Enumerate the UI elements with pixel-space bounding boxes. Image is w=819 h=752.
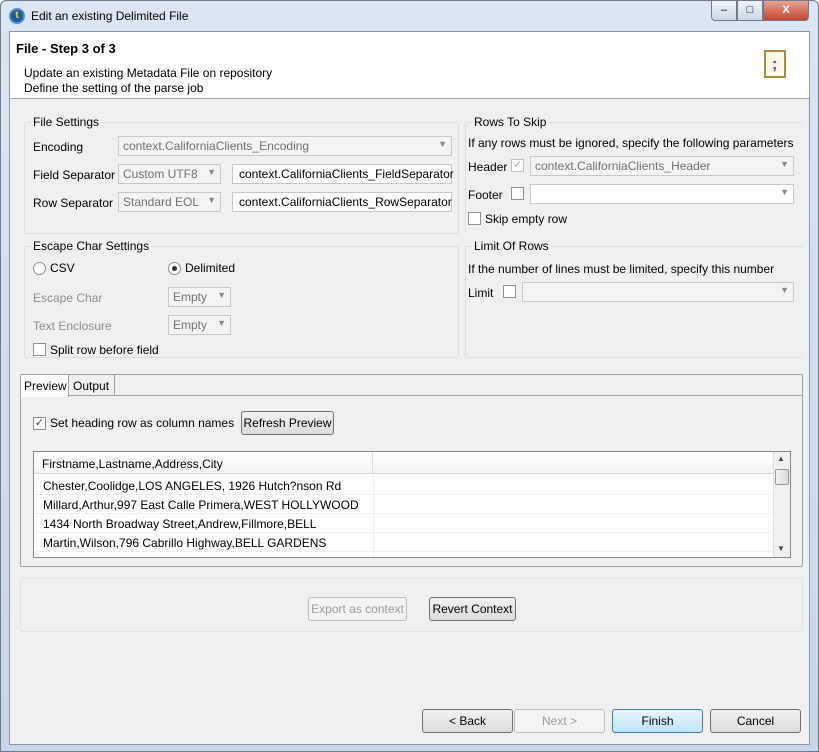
header-description-1: Update an existing Metadata File on repo…	[24, 66, 273, 80]
vertical-scrollbar[interactable]: ▲ ▼	[773, 452, 790, 557]
chevron-down-icon: ▼	[217, 318, 226, 328]
dialog-window: t Edit an existing Delimited File – □ X …	[0, 0, 819, 752]
tab-output[interactable]: Output	[69, 375, 115, 396]
back-button[interactable]: < Back	[422, 709, 513, 733]
heading-row-label: Set heading row as column names	[50, 416, 235, 430]
refresh-preview-button[interactable]: Refresh Preview	[241, 411, 334, 435]
limit-of-rows-group: Limit Of Rows If the number of lines mus…	[465, 239, 803, 358]
export-as-context-button[interactable]: Export as context	[308, 597, 407, 621]
table-header: Firstname,Lastname,Address,City	[34, 452, 773, 474]
preview-tab-folder: Preview Output ✓ Set heading row as colu…	[20, 374, 803, 567]
skip-empty-row-label: Skip empty row	[485, 212, 568, 226]
wizard-header: File - Step 3 of 3 Update an existing Me…	[10, 32, 809, 99]
footer-checkbox[interactable]	[511, 187, 524, 200]
header-checkbox[interactable]: ✓	[511, 159, 524, 172]
revert-context-button[interactable]: Revert Context	[429, 597, 516, 621]
context-panel: Export as context Revert Context	[20, 578, 803, 632]
limit-checkbox[interactable]	[503, 285, 516, 298]
scroll-down-icon[interactable]: ▼	[777, 544, 785, 553]
scroll-up-icon[interactable]: ▲	[777, 454, 785, 463]
escape-char-value: Empty	[173, 290, 208, 304]
row-separator-input[interactable]: context.CaliforniaClients_RowSeparator	[232, 192, 452, 212]
table-row[interactable]: Chester,Coolidge,LOS ANGELES, 1926 Hutch…	[35, 476, 772, 495]
scrollbar-thumb[interactable]	[775, 469, 789, 485]
limit-of-rows-title: Limit Of Rows	[472, 239, 551, 253]
talend-app-icon: t	[9, 8, 25, 24]
page-title: File - Step 3 of 3	[16, 41, 116, 56]
rows-to-skip-title: Rows To Skip	[472, 115, 549, 129]
maximize-button[interactable]: □	[737, 1, 763, 21]
finish-button[interactable]: Finish	[612, 709, 703, 733]
preview-table: Firstname,Lastname,Address,City Chester,…	[33, 451, 791, 558]
escape-char-combo[interactable]: Empty ▼	[168, 287, 231, 307]
csv-label: CSV	[50, 261, 75, 275]
escape-char-group: Escape Char Settings CSV Delimited Escap…	[24, 239, 459, 358]
csv-radio[interactable]	[33, 262, 46, 275]
delimited-file-icon: ;	[764, 50, 786, 78]
cancel-button[interactable]: Cancel	[710, 709, 801, 733]
text-enclosure-label: Text Enclosure	[33, 319, 112, 333]
row-separator-combo[interactable]: Standard EOL ▼	[118, 192, 221, 212]
footer-label: Footer	[468, 188, 503, 202]
escape-char-label: Escape Char	[33, 291, 103, 305]
encoding-label: Encoding	[33, 140, 84, 154]
chevron-down-icon: ▼	[438, 139, 447, 149]
header-label: Header	[468, 160, 508, 174]
field-separator-input[interactable]: context.CaliforniaClients_FieldSeparator	[232, 164, 454, 184]
chevron-down-icon: ▼	[217, 290, 226, 300]
chevron-down-icon: ▼	[780, 187, 789, 197]
column-header[interactable]: Firstname,Lastname,Address,City	[34, 452, 373, 474]
row-separator-label: Row Separator	[33, 196, 114, 210]
heading-row-checkbox[interactable]: ✓	[33, 417, 46, 430]
dialog-client: File - Step 3 of 3 Update an existing Me…	[9, 31, 810, 745]
column-header-empty[interactable]	[373, 452, 773, 474]
minimize-button[interactable]: –	[711, 1, 737, 21]
field-separator-combo[interactable]: Custom UTF8 ▼	[118, 164, 221, 184]
table-row[interactable]: Martin,Wilson,796 Cabrillo Highway,BELL …	[35, 533, 772, 552]
chevron-down-icon: ▼	[780, 159, 789, 169]
chevron-down-icon: ▼	[207, 195, 216, 205]
file-settings-group: File Settings Encoding context.Californi…	[24, 115, 459, 234]
row-separator-combo-value: Standard EOL	[123, 195, 200, 209]
next-button[interactable]: Next >	[514, 709, 605, 733]
text-enclosure-combo[interactable]: Empty ▼	[168, 315, 231, 335]
escape-char-title: Escape Char Settings	[31, 239, 152, 253]
limit-combo[interactable]: ▼	[522, 282, 794, 302]
skip-empty-row-checkbox[interactable]	[468, 212, 481, 225]
header-combo-value: context.CaliforniaClients_Header	[535, 159, 711, 173]
window-title: Edit an existing Delimited File	[31, 9, 189, 23]
chevron-down-icon: ▼	[207, 167, 216, 177]
rows-to-skip-group: Rows To Skip If any rows must be ignored…	[465, 115, 803, 234]
table-row[interactable]: Millard,Arthur,997 East Calle Primera,WE…	[35, 495, 772, 514]
footer-combo[interactable]: ▼	[530, 184, 794, 204]
header-combo[interactable]: context.CaliforniaClients_Header ▼	[530, 156, 794, 176]
split-row-checkbox[interactable]	[33, 343, 46, 356]
header-description-2: Define the setting of the parse job	[24, 81, 204, 95]
delimited-label: Delimited	[185, 261, 236, 275]
field-separator-combo-value: Custom UTF8	[123, 167, 198, 181]
limit-description: If the number of lines must be limited, …	[468, 262, 775, 276]
tab-preview[interactable]: Preview	[21, 375, 69, 397]
table-row[interactable]: 1434 North Broadway Street,Andrew,Fillmo…	[35, 514, 772, 533]
field-separator-label: Field Separator	[33, 168, 116, 182]
split-row-label: Split row before field	[50, 343, 159, 357]
encoding-value: context.CaliforniaClients_Encoding	[123, 139, 310, 153]
chevron-down-icon: ▼	[780, 285, 789, 295]
delimited-radio[interactable]	[168, 262, 181, 275]
file-settings-title: File Settings	[31, 115, 102, 129]
rows-to-skip-description: If any rows must be ignored, specify the…	[468, 136, 794, 150]
close-button[interactable]: X	[763, 1, 809, 21]
encoding-combo[interactable]: context.CaliforniaClients_Encoding ▼	[118, 136, 452, 156]
text-enclosure-value: Empty	[173, 318, 208, 332]
limit-label: Limit	[468, 286, 494, 300]
